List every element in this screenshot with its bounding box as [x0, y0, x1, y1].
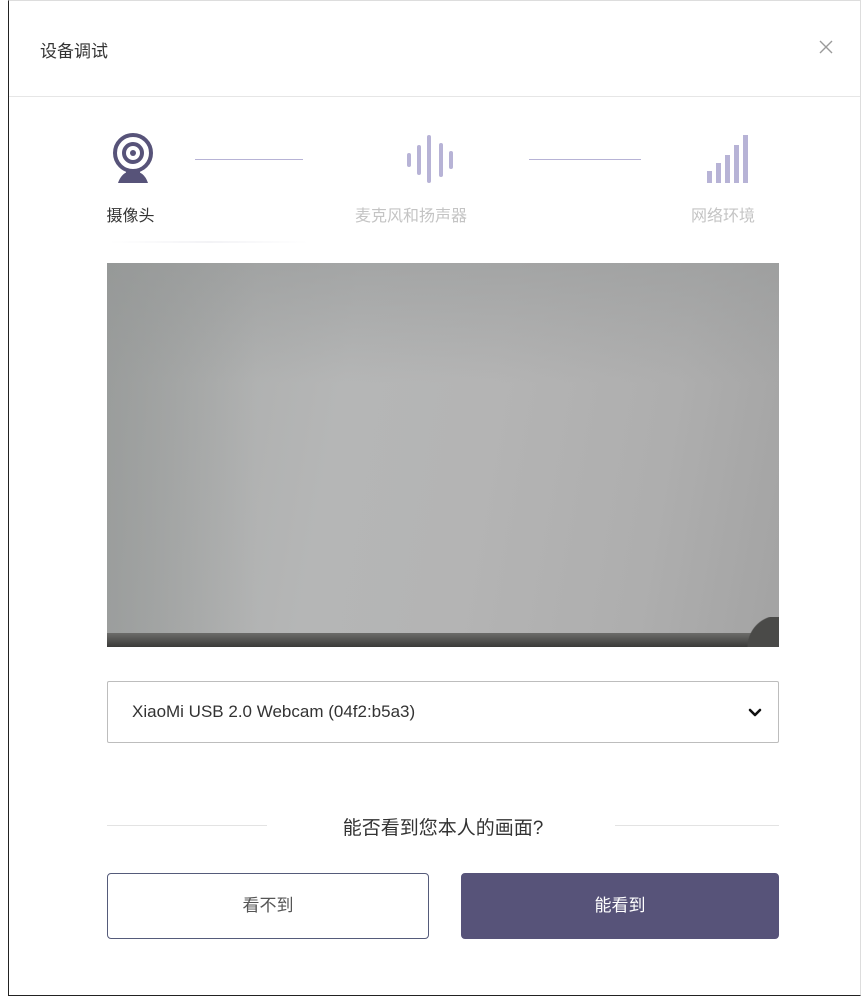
preview-bottom-edge [107, 633, 779, 647]
step-connector-2 [529, 159, 641, 160]
dialog-title: 设备调试 [40, 42, 108, 61]
signal-bars-icon [705, 131, 755, 192]
stepper: 摄像头 麦克风和扬声器 网络环境 [9, 131, 860, 243]
step-camera[interactable]: 摄像头 [105, 131, 156, 226]
step-label-network: 网络环境 [691, 208, 756, 225]
step-active-shadow [109, 241, 309, 243]
webcam-icon [110, 131, 156, 192]
step-mic-speaker[interactable]: 麦克风和扬声器 [355, 131, 467, 226]
close-icon[interactable] [816, 37, 836, 57]
can-see-button[interactable]: 能看到 [461, 873, 779, 939]
question-divider-right [615, 825, 779, 826]
step-connector-1 [195, 159, 303, 160]
camera-device-value: XiaoMi USB 2.0 Webcam (04f2:b5a3) [132, 702, 416, 721]
question-text: 能否看到您本人的画面? [342, 818, 544, 839]
preview-shade-left [107, 263, 257, 647]
device-test-dialog: 设备调试 摄像头 麦克风和扬声器 网络环境 XiaoMi USB 2.0 Web… [8, 0, 861, 996]
camera-device-select[interactable]: XiaoMi USB 2.0 Webcam (04f2:b5a3) [107, 681, 779, 743]
step-network[interactable]: 网络环境 [691, 131, 755, 226]
preview-corner [737, 617, 779, 647]
step-label-mic-speaker: 麦克风和扬声器 [355, 208, 468, 225]
dialog-header: 设备调试 [9, 1, 860, 97]
question-row: 能否看到您本人的画面? [107, 809, 779, 839]
sound-wave-icon [403, 131, 467, 192]
camera-preview [107, 263, 779, 647]
cannot-see-button[interactable]: 看不到 [107, 873, 429, 939]
step-label-camera: 摄像头 [106, 208, 155, 225]
chevron-down-icon [748, 706, 762, 724]
